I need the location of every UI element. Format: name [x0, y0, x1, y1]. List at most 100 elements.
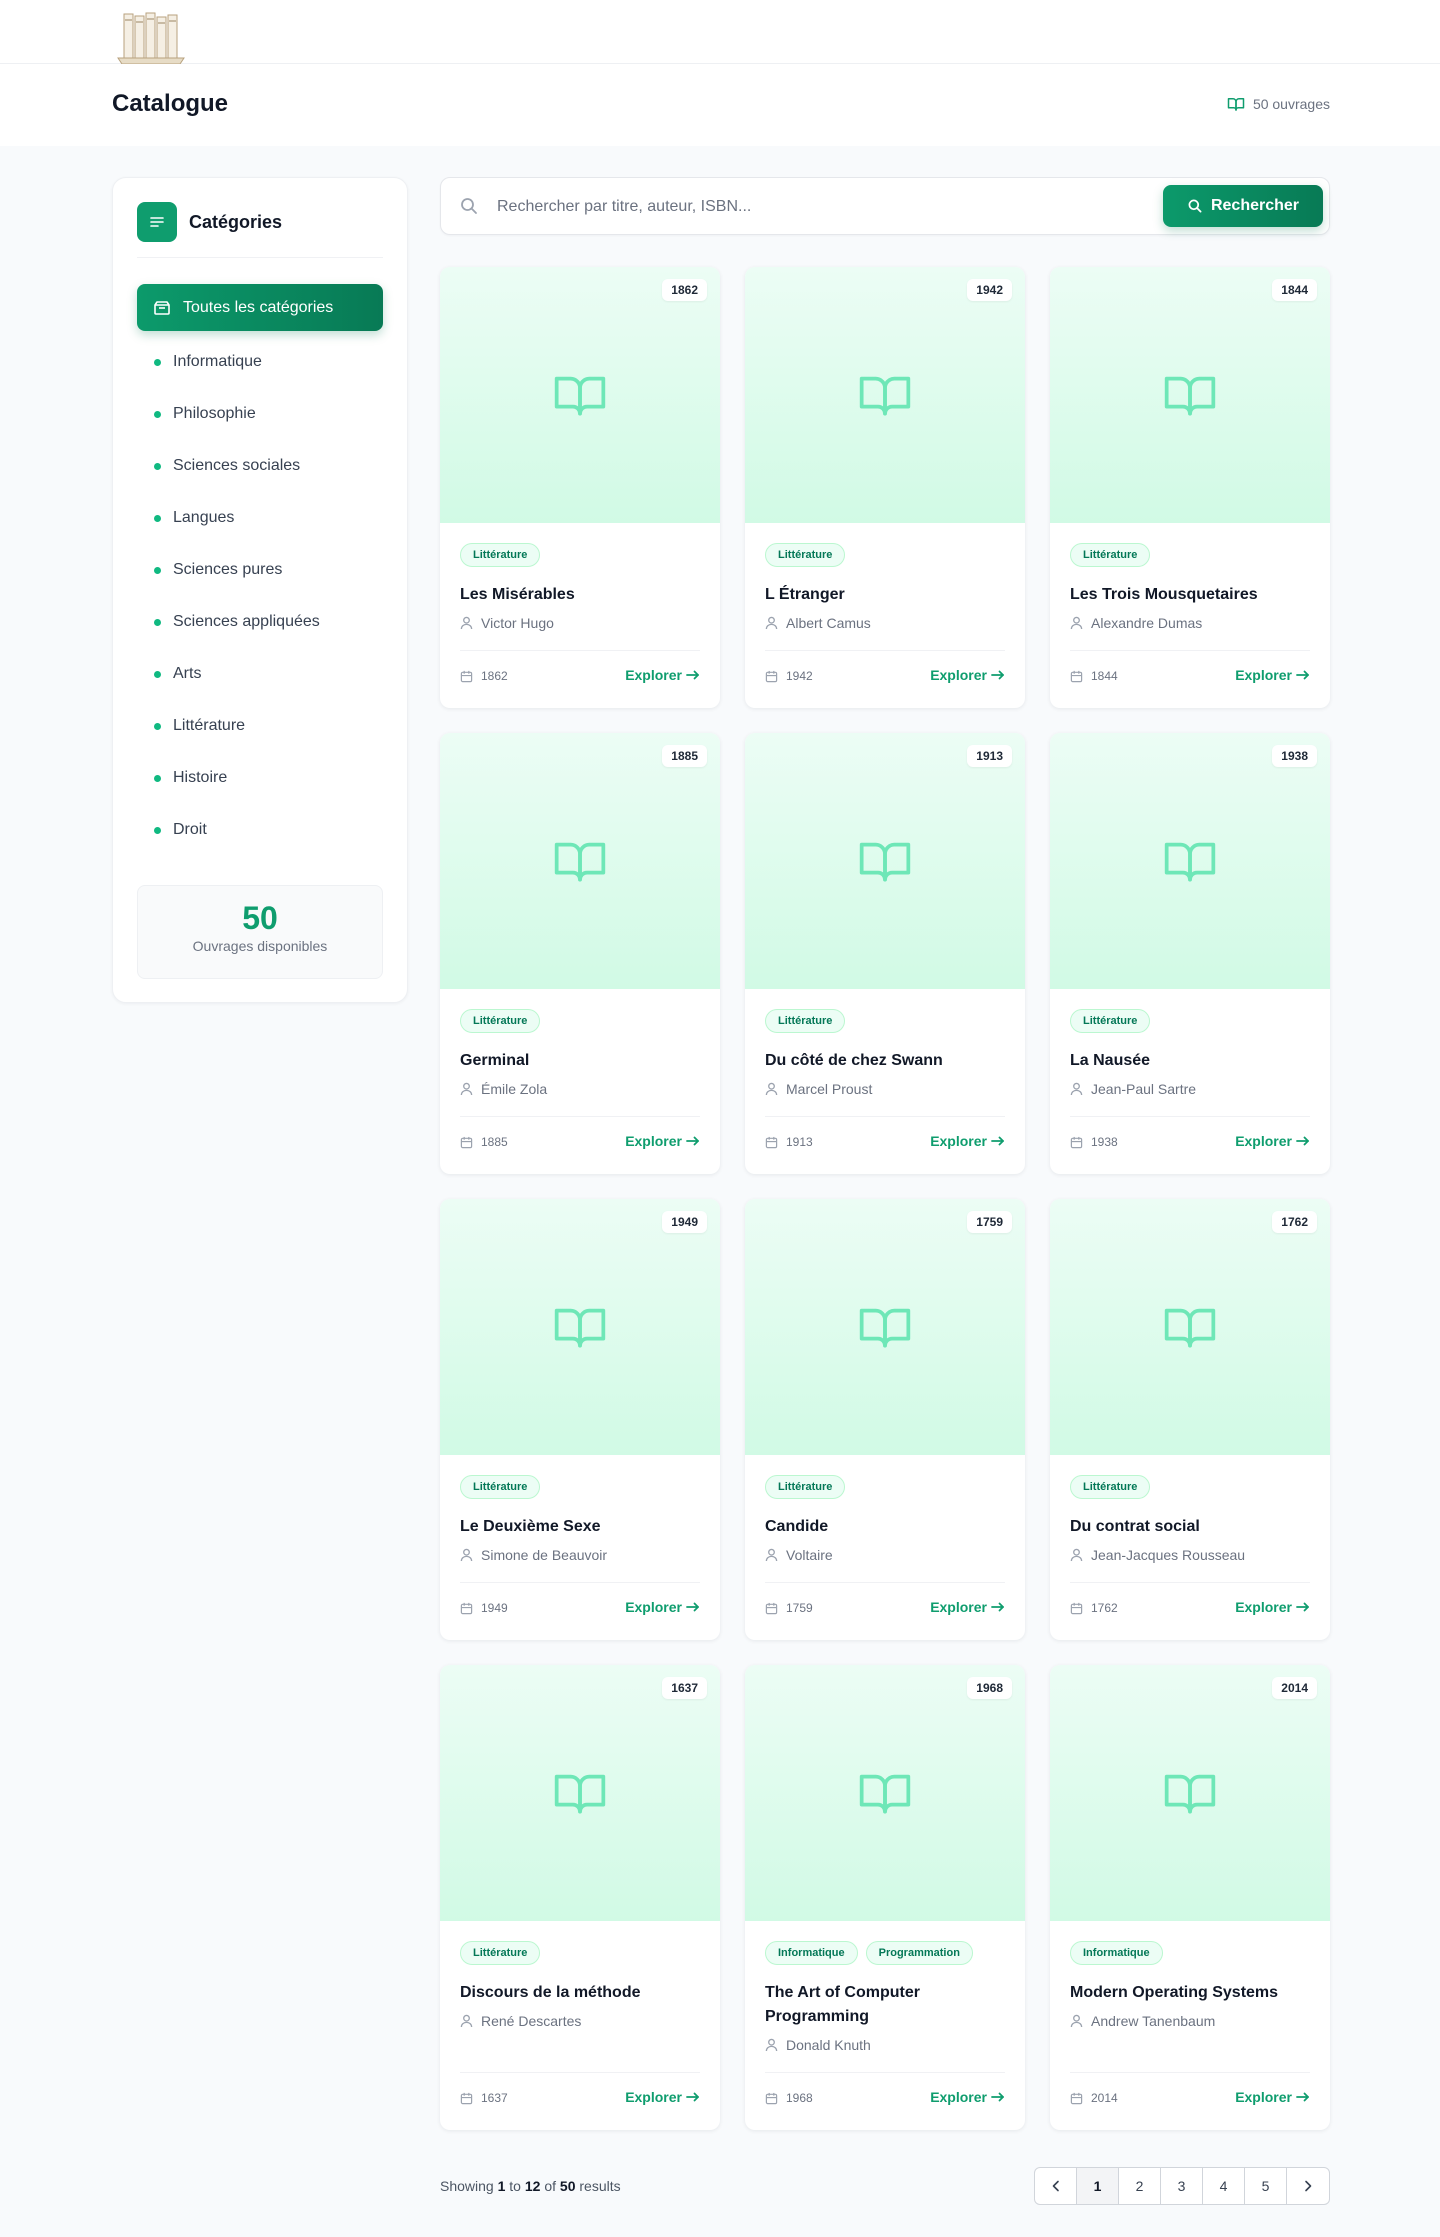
category-tag[interactable]: Littérature — [765, 1009, 846, 1033]
explore-link[interactable]: Explorer — [1235, 667, 1310, 683]
category-tag[interactable]: Littérature — [1070, 1475, 1151, 1499]
explore-link[interactable]: Explorer — [625, 1599, 700, 1615]
arrow-right-icon — [1296, 670, 1309, 680]
library-logo[interactable] — [114, 8, 188, 68]
book-title[interactable]: Du contrat social — [1070, 1515, 1310, 1539]
user-icon — [1070, 1082, 1083, 1096]
category-tag[interactable]: Informatique — [1070, 1941, 1163, 1965]
book-open-icon — [554, 376, 606, 416]
category-item-philosophie[interactable]: Philosophie — [137, 388, 383, 440]
category-item-histoire[interactable]: Histoire — [137, 752, 383, 804]
book-card[interactable]: 1762 Littérature Du contrat social Jean-… — [1050, 1199, 1330, 1640]
category-tag[interactable]: Littérature — [460, 1941, 541, 1965]
book-card[interactable]: 1913 Littérature Du côté de chez Swann M… — [745, 733, 1025, 1174]
tag-list: Informatique Programmation — [765, 1941, 973, 1965]
author-name: Émile Zola — [481, 1081, 548, 1097]
calendar-icon — [460, 2092, 473, 2104]
book-open-icon — [1164, 842, 1216, 882]
category-tag[interactable]: Littérature — [1070, 1009, 1151, 1033]
book-card[interactable]: 1759 Littérature Candide Voltaire 1759 E… — [745, 1199, 1025, 1640]
book-card[interactable]: 1844 Littérature Les Trois Mousquetaires… — [1050, 267, 1330, 708]
category-tag[interactable]: Littérature — [460, 1009, 541, 1033]
chevron-right-icon — [1305, 2180, 1312, 2192]
book-card[interactable]: 1938 Littérature La Nausée Jean-Paul Sar… — [1050, 733, 1330, 1174]
explore-link[interactable]: Explorer — [625, 667, 700, 683]
category-item-arts[interactable]: Arts — [137, 648, 383, 700]
page-header: Catalogue 50 ouvrages — [0, 64, 1440, 146]
year-badge: 1844 — [1272, 279, 1317, 301]
category-tag[interactable]: Littérature — [1070, 543, 1151, 567]
next-page-button[interactable] — [1287, 2168, 1329, 2204]
author-name: Voltaire — [786, 1547, 833, 1563]
author-name: Andrew Tanenbaum — [1091, 2013, 1216, 2029]
search-button[interactable]: Rechercher — [1163, 185, 1323, 227]
book-card[interactable]: 1862 Littérature Les Misérables Victor H… — [440, 267, 720, 708]
arrow-right-icon — [686, 670, 699, 680]
bullet-dot — [154, 566, 161, 574]
sidebar-title: Catégories — [189, 212, 283, 232]
book-title[interactable]: Le Deuxième Sexe — [460, 1515, 700, 1539]
explore-link[interactable]: Explorer — [625, 2089, 700, 2105]
page-button-5[interactable]: 5 — [1245, 2168, 1287, 2204]
book-title[interactable]: Modern Operating Systems — [1070, 1981, 1310, 2005]
category-tag[interactable]: Littérature — [765, 543, 846, 567]
category-item-droit[interactable]: Droit — [137, 804, 383, 856]
explore-link[interactable]: Explorer — [625, 1133, 700, 1149]
book-title[interactable]: The Art of Computer Programming — [765, 1981, 1005, 2029]
user-icon — [460, 616, 473, 630]
explore-link[interactable]: Explorer — [930, 2089, 1005, 2105]
category-item-informatique[interactable]: Informatique — [137, 336, 383, 388]
book-card-footer: 1949 Explorer — [460, 1582, 700, 1640]
category-tag[interactable]: Programmation — [865, 1941, 973, 1965]
category-item-litterature[interactable]: Littérature — [137, 700, 383, 752]
pagination: 1 2 3 4 5 — [1034, 2167, 1330, 2205]
bullet-dot — [154, 826, 161, 834]
category-tag[interactable]: Littérature — [460, 543, 541, 567]
explore-link[interactable]: Explorer — [930, 1133, 1005, 1149]
book-title[interactable]: L Étranger — [765, 583, 1005, 607]
user-icon — [1070, 2014, 1083, 2028]
book-title[interactable]: La Nausée — [1070, 1049, 1310, 1073]
category-tag[interactable]: Littérature — [765, 1475, 846, 1499]
category-item-sciences-pures[interactable]: Sciences pures — [137, 544, 383, 596]
explore-link[interactable]: Explorer — [1235, 2089, 1310, 2105]
book-open-icon — [1164, 1308, 1216, 1348]
book-title[interactable]: Discours de la méthode — [460, 1981, 700, 2005]
category-tag[interactable]: Littérature — [460, 1475, 541, 1499]
category-item-sciences-appliquees[interactable]: Sciences appliquées — [137, 596, 383, 648]
book-card[interactable]: 1942 Littérature L Étranger Albert Camus… — [745, 267, 1025, 708]
bullet-dot — [154, 618, 161, 626]
book-card[interactable]: 1885 Littérature Germinal Émile Zola 188… — [440, 733, 720, 1174]
prev-page-button[interactable] — [1035, 2168, 1077, 2204]
book-card[interactable]: 1637 Littérature Discours de la méthode … — [440, 1665, 720, 2130]
explore-link[interactable]: Explorer — [930, 1599, 1005, 1615]
book-title[interactable]: Du côté de chez Swann — [765, 1049, 1005, 1073]
explore-link[interactable]: Explorer — [1235, 1599, 1310, 1615]
page-button-1[interactable]: 1 — [1077, 2168, 1119, 2204]
book-card[interactable]: 1968 Informatique Programmation The Art … — [745, 1665, 1025, 2130]
category-item-sciences-sociales[interactable]: Sciences sociales — [137, 440, 383, 492]
book-card-footer: 1762 Explorer — [1070, 1582, 1310, 1640]
book-title[interactable]: Candide — [765, 1515, 1005, 1539]
book-title[interactable]: Les Misérables — [460, 583, 700, 607]
explore-link[interactable]: Explorer — [1235, 1133, 1310, 1149]
tag-list: Littérature — [765, 1475, 846, 1499]
book-title[interactable]: Les Trois Mousquetaires — [1070, 583, 1310, 607]
book-title[interactable]: Germinal — [460, 1049, 700, 1073]
explore-link[interactable]: Explorer — [930, 667, 1005, 683]
book-card[interactable]: 1949 Littérature Le Deuxième Sexe Simone… — [440, 1199, 720, 1640]
book-author: Simone de Beauvoir — [460, 1547, 607, 1563]
book-card-footer: 1759 Explorer — [765, 1582, 1005, 1640]
page-button-2[interactable]: 2 — [1119, 2168, 1161, 2204]
category-tag[interactable]: Informatique — [765, 1941, 858, 1965]
bullet-dot — [154, 514, 161, 522]
explore-label: Explorer — [1235, 1133, 1292, 1149]
user-icon — [460, 2014, 473, 2028]
search-input[interactable] — [497, 188, 1137, 226]
category-all-button[interactable]: Toutes les catégories — [137, 284, 383, 331]
page-button-4[interactable]: 4 — [1203, 2168, 1245, 2204]
category-item-langues[interactable]: Langues — [137, 492, 383, 544]
page-button-3[interactable]: 3 — [1161, 2168, 1203, 2204]
author-name: Victor Hugo — [481, 615, 554, 631]
book-card[interactable]: 2014 Informatique Modern Operating Syste… — [1050, 1665, 1330, 2130]
